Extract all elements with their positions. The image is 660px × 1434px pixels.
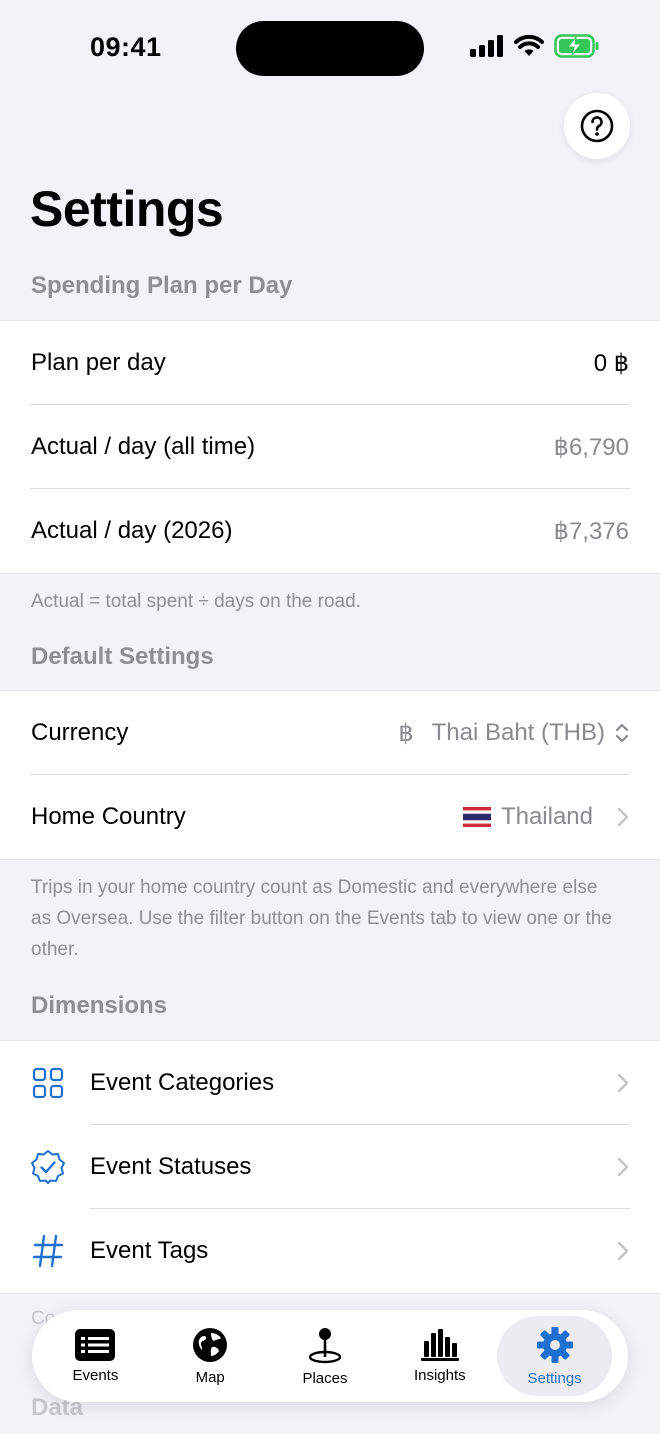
checkmark-seal-icon bbox=[30, 1149, 66, 1185]
currency-symbol: ฿ bbox=[398, 719, 414, 747]
plan-per-day-value[interactable]: 0 ฿ bbox=[594, 349, 629, 378]
row-label: Plan per day bbox=[31, 349, 166, 376]
plan-per-day-row[interactable]: Plan per day 0 ฿ bbox=[0, 321, 660, 405]
home-country-name: Thailand bbox=[500, 803, 593, 830]
actual-all-time-row: Actual / day (all time) ฿6,790 bbox=[0, 405, 660, 489]
chevron-up-down-icon bbox=[615, 723, 629, 743]
tab-map[interactable]: Map bbox=[153, 1316, 268, 1396]
tab-label: Places bbox=[302, 1369, 348, 1387]
chevron-right-icon bbox=[617, 807, 629, 827]
row-label: Currency bbox=[31, 719, 129, 746]
chevron-right-icon bbox=[617, 1073, 629, 1093]
globe-icon bbox=[193, 1327, 228, 1362]
tab-label: Settings bbox=[527, 1369, 582, 1387]
event-statuses-row[interactable]: Event Statuses bbox=[0, 1125, 660, 1209]
help-button[interactable] bbox=[564, 93, 630, 159]
status-icons bbox=[470, 34, 600, 58]
row-label: Event Categories bbox=[90, 1069, 275, 1096]
home-country-value[interactable]: Thailand bbox=[462, 803, 629, 831]
spending-footer: Actual = total spent ÷ days on the road. bbox=[31, 591, 361, 612]
tab-label: Insights bbox=[413, 1366, 466, 1384]
battery-charging-icon bbox=[554, 34, 599, 58]
actual-2026-value: ฿7,376 bbox=[553, 517, 629, 545]
actual-all-time-value: ฿6,790 bbox=[553, 433, 629, 461]
currency-value[interactable]: ฿ Thai Baht (THB) bbox=[398, 719, 629, 748]
tab-settings[interactable]: Settings bbox=[497, 1316, 612, 1396]
dynamic-island bbox=[236, 21, 424, 76]
section-header-dimensions: Dimensions bbox=[31, 992, 168, 1019]
actual-2026-row: Actual / day (2026) ฿7,376 bbox=[0, 489, 660, 573]
tab-events[interactable]: Events bbox=[38, 1316, 153, 1396]
grid-icon bbox=[30, 1065, 66, 1101]
map-pin-icon bbox=[308, 1327, 342, 1363]
row-label: Event Statuses bbox=[90, 1153, 252, 1180]
bar-chart-icon bbox=[420, 1328, 459, 1361]
status-bar: 09:41 bbox=[0, 0, 660, 96]
section-header-default: Default Settings bbox=[31, 643, 214, 670]
default-group: Currency ฿ Thai Baht (THB) Home Country … bbox=[0, 690, 660, 860]
tab-label: Map bbox=[195, 1368, 225, 1386]
event-categories-row[interactable]: Event Categories bbox=[0, 1041, 660, 1125]
list-icon bbox=[75, 1328, 116, 1361]
tab-insights[interactable]: Insights bbox=[382, 1316, 497, 1396]
tab-bar: Events Map Places Insights Settings bbox=[32, 1310, 628, 1402]
row-label: Actual / day (all time) bbox=[31, 433, 256, 460]
row-label: Home Country bbox=[31, 803, 186, 830]
page-title: Settings bbox=[30, 181, 224, 237]
row-label: Actual / day (2026) bbox=[31, 517, 233, 544]
wifi-icon bbox=[514, 35, 544, 56]
spending-group: Plan per day 0 ฿ Actual / day (all time)… bbox=[0, 320, 660, 574]
status-time: 09:41 bbox=[90, 32, 162, 62]
currency-row[interactable]: Currency ฿ Thai Baht (THB) bbox=[0, 691, 660, 775]
chevron-right-icon bbox=[617, 1241, 629, 1261]
home-country-row[interactable]: Home Country Thailand bbox=[0, 775, 660, 859]
event-tags-row[interactable]: Event Tags bbox=[0, 1209, 660, 1293]
chevron-right-icon bbox=[617, 1157, 629, 1177]
tab-places[interactable]: Places bbox=[268, 1316, 383, 1396]
row-label: Event Tags bbox=[90, 1237, 209, 1264]
section-header-spending: Spending Plan per Day bbox=[31, 272, 293, 299]
question-mark-circle-icon bbox=[580, 109, 614, 143]
signal-icon bbox=[470, 35, 503, 57]
gear-icon bbox=[536, 1326, 573, 1363]
tab-label: Events bbox=[72, 1366, 119, 1384]
thailand-flag-icon bbox=[462, 807, 491, 827]
dimensions-group: Event Categories Event Statuses Event Ta… bbox=[0, 1040, 660, 1294]
hashtag-icon bbox=[30, 1233, 66, 1269]
default-footer: Trips in your home country count as Dome… bbox=[31, 877, 612, 960]
currency-name: Thai Baht (THB) bbox=[431, 719, 605, 746]
